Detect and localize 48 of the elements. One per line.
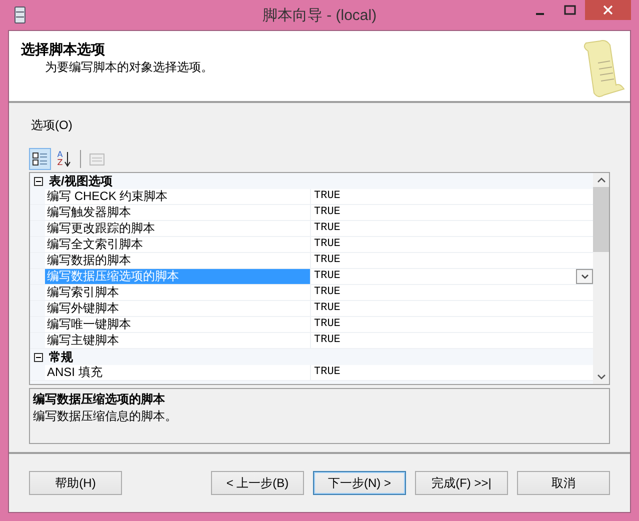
collapse-icon[interactable] [34,176,43,186]
property-name[interactable]: 编写全文索引脚本 [45,237,311,252]
property-value[interactable]: TRUE [311,365,593,380]
scroll-down-icon[interactable] [596,374,606,380]
scrollbar[interactable] [593,173,609,384]
window-title: 脚本向导 - (local) [261,6,378,24]
property-value[interactable]: TRUE [311,301,593,316]
wizard-button[interactable]: 取消 [517,471,610,495]
close-button[interactable] [585,0,631,20]
scroll-up-icon[interactable] [596,177,606,183]
collapse-icon[interactable] [34,352,43,362]
property-value[interactable]: TRUE [311,205,593,220]
minimize-icon [536,13,544,15]
sort-alphabetical-button[interactable]: A Z [53,148,75,170]
property-value[interactable]: TRUE [311,317,593,332]
dropdown-button[interactable] [576,269,593,284]
category-name[interactable]: 表/视图选项 [49,172,112,190]
property-name[interactable]: 编写触发器脚本 [45,205,311,220]
maximize-icon [564,5,576,15]
property-name[interactable]: 编写外键脚本 [45,301,311,316]
property-value[interactable]: TRUE [311,333,593,348]
property-value[interactable]: TRUE [311,221,593,236]
categorized-view-button[interactable] [29,148,51,170]
page-subtitle: 为要编写脚本的对象选择选项。 [45,59,213,76]
description-title: 编写数据压缩选项的脚本 [33,391,166,408]
property-value[interactable]: TRUE [311,253,593,268]
wizard-button[interactable]: < 上一步(B) [211,471,304,495]
wizard-button[interactable]: 完成(F) >>| [415,471,508,495]
property-name[interactable]: 编写索引脚本 [45,285,311,300]
page-title: 选择脚本选项 [21,41,106,59]
server-icon [14,6,26,24]
wizard-button[interactable]: 下一步(N) > [313,471,406,495]
property-value[interactable]: TRUE [311,189,593,204]
property-name[interactable]: 编写唯一键脚本 [45,317,311,332]
description-text: 编写数据压缩信息的脚本。 [33,408,178,425]
chevron-down-icon [580,274,588,279]
property-name[interactable]: 编写更改跟踪的脚本 [45,221,311,236]
property-name[interactable]: 编写主键脚本 [45,333,311,348]
property-name[interactable]: 编写 CHECK 约束脚本 [45,189,311,204]
property-value[interactable]: TRUE [311,285,593,300]
wizard-button[interactable]: 帮助(H) [29,471,122,495]
options-label: 选项(O) [31,117,74,134]
down-arrow-icon [64,151,71,167]
property-name[interactable]: ANSI 填充 [45,365,311,380]
property-name[interactable]: 编写数据的脚本 [45,253,311,268]
property-value[interactable]: TRUE [311,237,593,252]
category-name[interactable]: 常规 [49,348,73,366]
close-icon [603,5,613,15]
